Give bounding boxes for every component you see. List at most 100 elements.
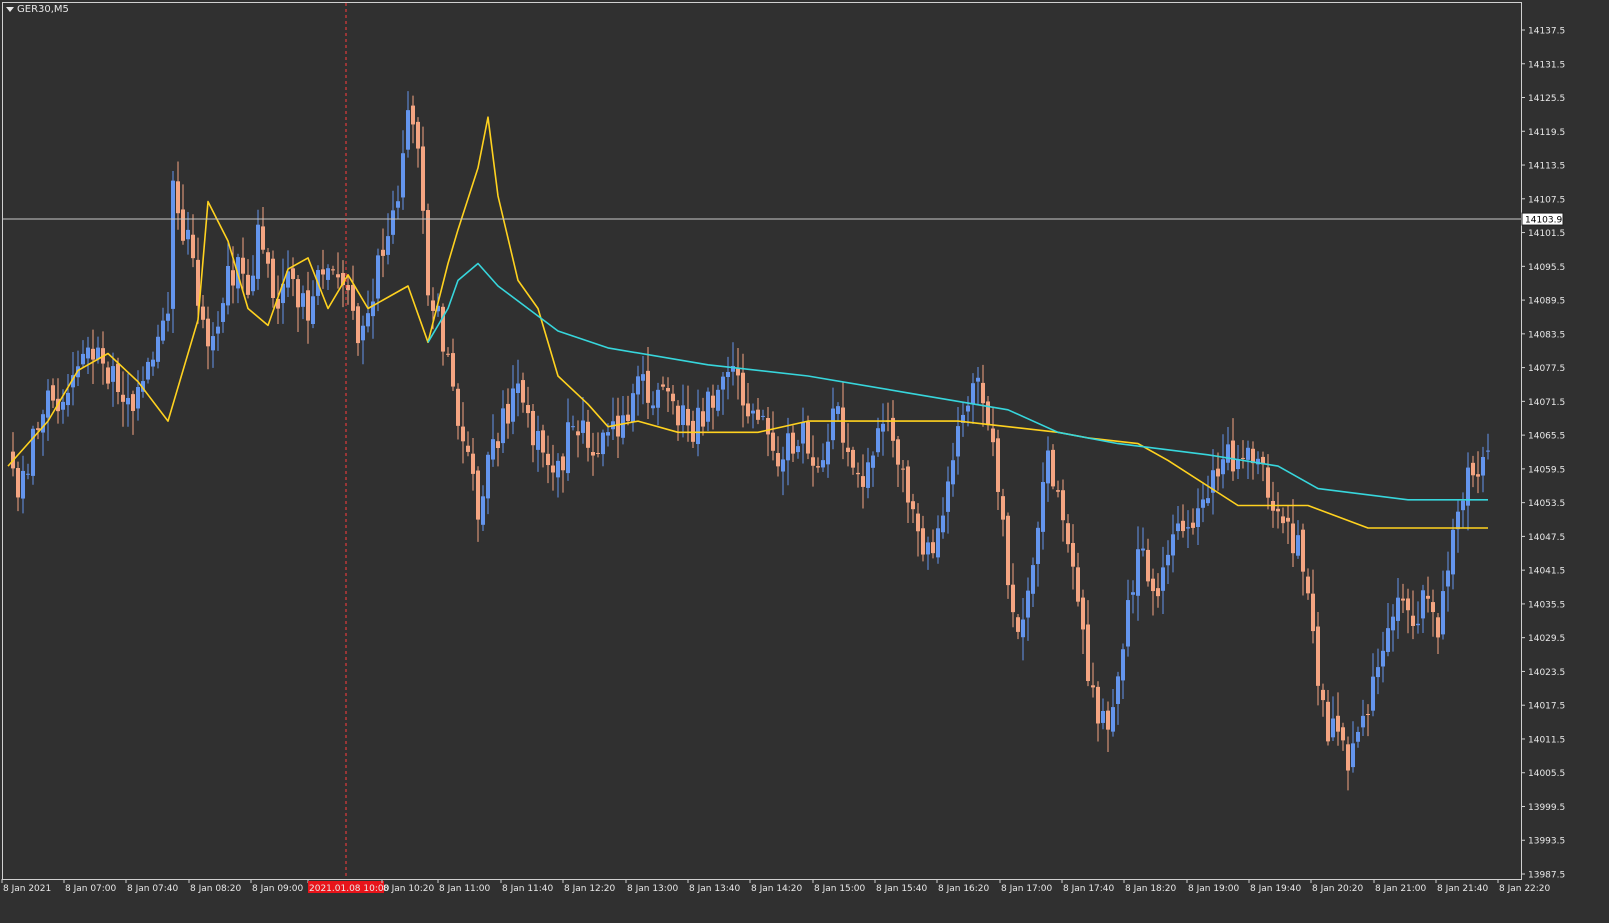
price-tick-label: 13999.5 xyxy=(1528,803,1565,813)
candle-body xyxy=(1286,517,1290,522)
price-tick-label: 14035.5 xyxy=(1528,600,1565,610)
candle-body xyxy=(966,405,970,412)
candle-body xyxy=(331,269,335,271)
candle-body xyxy=(666,387,670,392)
candle-body xyxy=(1041,482,1045,532)
candle-body xyxy=(1311,593,1315,632)
candle-body xyxy=(1191,522,1195,528)
candle-body xyxy=(151,359,155,367)
symbol-text: GER30,M5 xyxy=(17,4,69,15)
candle-body xyxy=(526,405,530,414)
price-tick-label: 14017.5 xyxy=(1528,702,1565,712)
price-tick-label: 14071.5 xyxy=(1528,398,1565,408)
candle-body xyxy=(401,153,405,198)
candle-body xyxy=(1381,650,1385,667)
candle-body xyxy=(1066,523,1070,545)
dropdown-triangle-icon[interactable] xyxy=(6,6,14,12)
candle-body xyxy=(51,385,55,401)
candle-body xyxy=(1471,462,1475,476)
candle-body xyxy=(1046,450,1050,484)
candle-body xyxy=(461,426,465,442)
candle-body xyxy=(1021,619,1025,638)
candle-body xyxy=(1131,592,1135,595)
candle-body xyxy=(161,320,165,341)
candle-body xyxy=(976,377,980,382)
candle-body xyxy=(1126,600,1130,647)
candle-body xyxy=(1371,676,1375,711)
price-tick-label: 14077.5 xyxy=(1528,364,1565,374)
price-tick-label: 13987.5 xyxy=(1528,871,1565,881)
candle-body xyxy=(736,368,740,376)
candle-body xyxy=(796,446,800,453)
candle-body xyxy=(466,445,470,452)
candle-body xyxy=(981,382,985,404)
candle-body xyxy=(971,383,975,404)
candle-body xyxy=(776,453,780,467)
price-chart[interactable]: 14137.5 14131.5 14125.5 14119.5 14113.5 14107… xyxy=(0,0,1609,923)
candle-body xyxy=(1436,617,1440,638)
candle-body xyxy=(1396,597,1400,621)
candle-body xyxy=(261,226,265,250)
time-tick-label: 2021.01.08 10:00 xyxy=(309,884,390,894)
symbol-label[interactable]: GER30,M5 xyxy=(6,4,69,15)
price-tick-label: 14095.5 xyxy=(1528,263,1565,273)
candle-body xyxy=(366,313,370,327)
candle-body xyxy=(761,415,765,417)
time-tick-label: 8 Jan 07:00 xyxy=(65,884,117,894)
candle-body xyxy=(931,542,935,554)
candle-body xyxy=(216,326,220,334)
price-tick-label: 14119.5 xyxy=(1528,128,1565,138)
candle-body xyxy=(1461,500,1465,511)
time-tick-label: 8 Jan 17:00 xyxy=(1001,884,1053,894)
candle-body xyxy=(621,415,625,438)
candle-body xyxy=(1451,529,1455,575)
candle-body xyxy=(1081,597,1085,630)
candle-body xyxy=(691,420,695,442)
candle-body xyxy=(146,361,150,380)
candle-body xyxy=(171,180,175,309)
price-tick-label: 14107.5 xyxy=(1528,195,1565,205)
candle-body xyxy=(1216,468,1220,477)
candle xyxy=(1051,444,1055,490)
candle-body xyxy=(536,430,540,450)
candle-body xyxy=(371,301,375,317)
candle-body xyxy=(936,528,940,558)
candle-body xyxy=(501,408,505,444)
candle-body xyxy=(716,389,720,411)
time-tick-label: 8 Jan 08:20 xyxy=(190,884,242,894)
candle-body xyxy=(816,466,820,468)
candle-body xyxy=(651,405,655,409)
time-tick-label: 8 Jan 07:40 xyxy=(127,884,179,894)
candle-body xyxy=(1386,628,1390,652)
candle-body xyxy=(881,423,885,432)
candle-body xyxy=(471,453,475,474)
time-tick-label: 8 Jan 22:20 xyxy=(1499,884,1551,894)
candle-body xyxy=(896,439,900,465)
candle-body xyxy=(1296,535,1300,556)
candle-body xyxy=(431,300,435,311)
candle-body xyxy=(456,388,460,426)
candle-body xyxy=(711,395,715,408)
candle-body xyxy=(1421,590,1425,619)
time-tick-label: 8 Jan 11:40 xyxy=(502,884,554,894)
candle-body xyxy=(1151,578,1155,592)
candle-body xyxy=(751,410,755,414)
chart-root[interactable]: 14137.5 14131.5 14125.5 14119.5 14113.5 14107… xyxy=(0,0,1609,923)
candle-body xyxy=(951,460,955,485)
price-tick-label: 14125.5 xyxy=(1528,94,1565,104)
candle-body xyxy=(726,371,730,378)
candle-body xyxy=(1146,549,1150,582)
candle-body xyxy=(486,454,490,499)
price-tick-label: 14005.5 xyxy=(1528,769,1565,779)
price-tick-label: 14029.5 xyxy=(1528,634,1565,644)
candle-body xyxy=(771,432,775,451)
candle-body xyxy=(1486,450,1490,452)
candle-body xyxy=(1236,459,1240,470)
time-tick-label: 8 Jan 20:20 xyxy=(1312,884,1364,894)
candle-body xyxy=(1391,616,1395,631)
candle-body xyxy=(616,415,620,437)
candle-body xyxy=(781,459,785,472)
candle-body xyxy=(1226,444,1230,463)
candle-body xyxy=(46,390,50,418)
candle-body xyxy=(306,290,310,321)
